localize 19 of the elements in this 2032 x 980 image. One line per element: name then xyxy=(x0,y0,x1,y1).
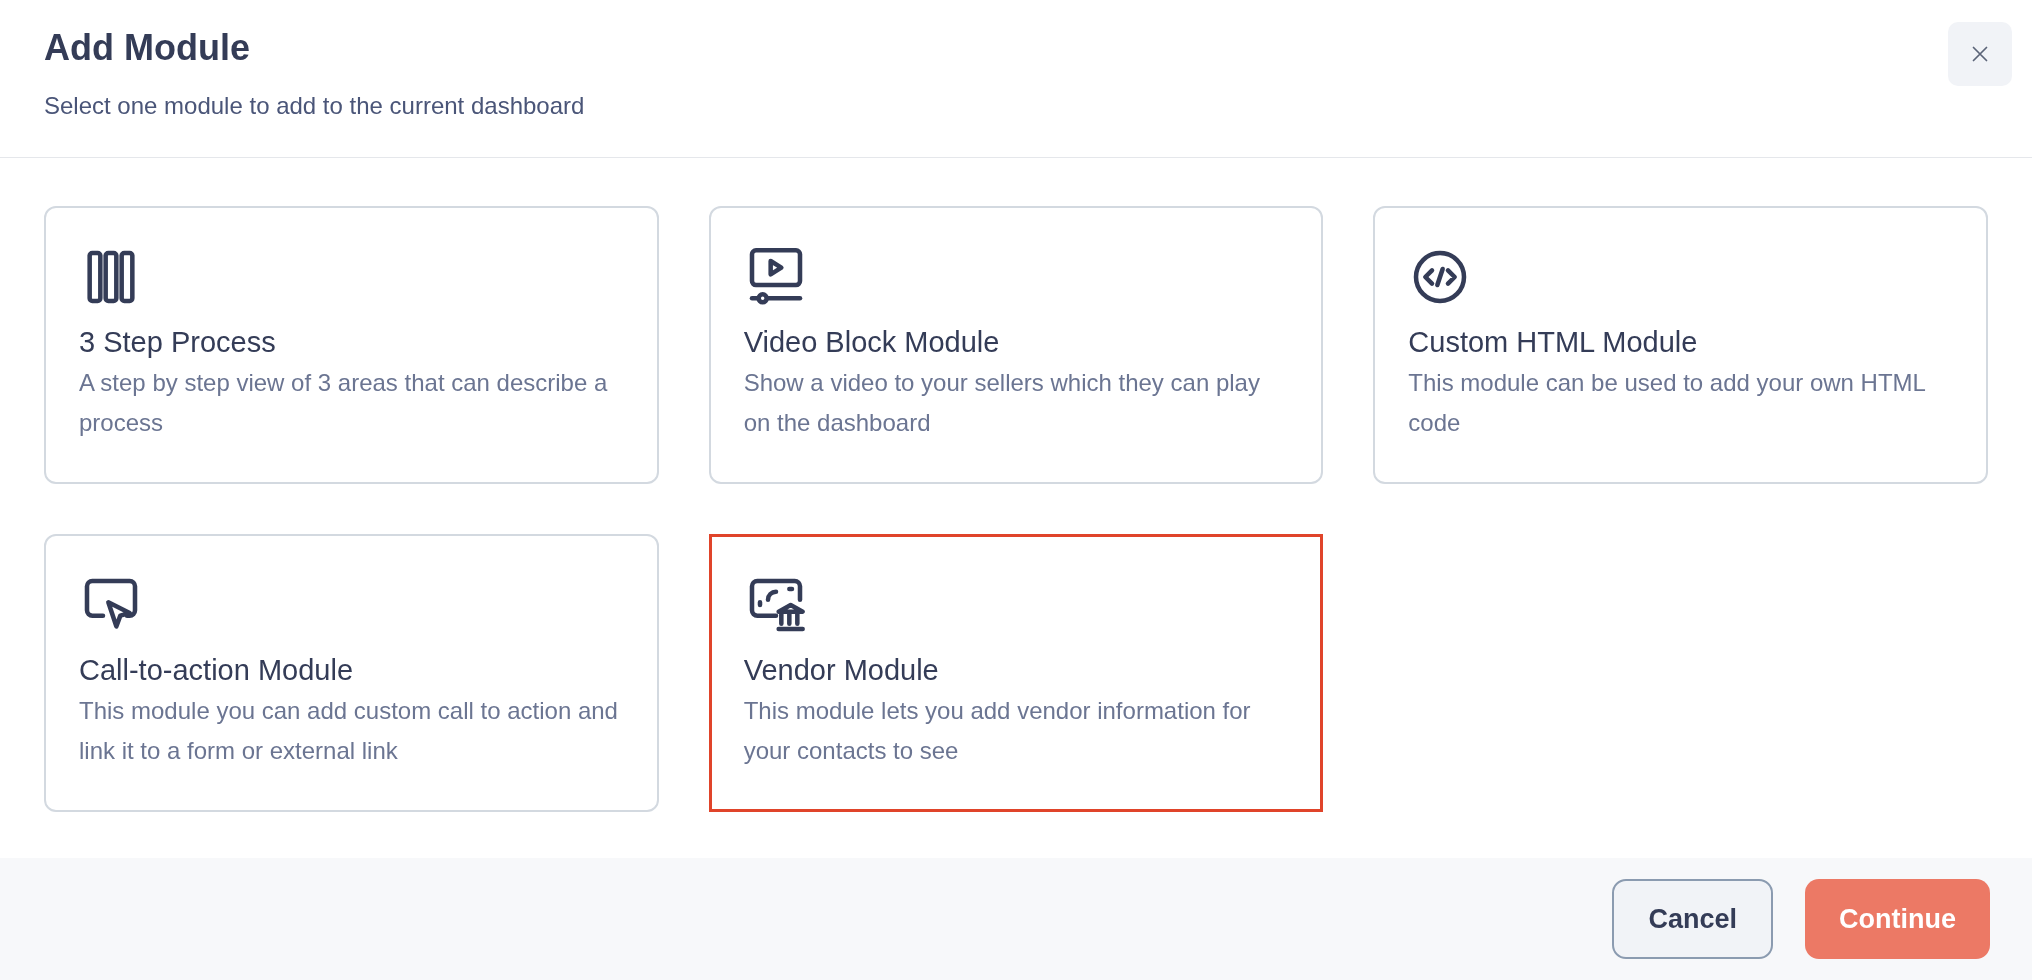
module-description: This module you can add custom call to action and link it to a form or external link xyxy=(79,696,619,766)
module-card[interactable]: Video Block Module Show a video to your sellers which they can play on the dashboard xyxy=(708,206,1324,484)
close-button[interactable] xyxy=(1948,22,2012,86)
module-description: A step by step view of 3 areas that can describe a process xyxy=(79,368,609,438)
module-title: Vendor Module xyxy=(743,653,940,688)
module-card[interactable]: Call-to-action Module This module you can add custom call to action and link it to a form or external link xyxy=(44,534,659,812)
module-title: Video Block Module xyxy=(743,325,1001,360)
module-title: 3 Step Process xyxy=(79,325,277,360)
module-description: Show a video to your sellers which they can play on the dashboard xyxy=(743,368,1261,438)
module-title: Custom HTML Module xyxy=(1408,325,1699,360)
dialog-title: Add Module xyxy=(44,26,251,70)
module-title: Call-to-action Module xyxy=(79,653,354,688)
module-description: This module lets you add vendor information for your contacts to see xyxy=(743,696,1252,766)
dialog-subtitle: Select one module to add to the current dashboard xyxy=(44,91,585,121)
module-card[interactable]: 3 Step Process A step by step view of 3 areas that can describe a process xyxy=(44,206,659,484)
module-card[interactable]: Custom HTML Module This module can be used to add your own HTML code xyxy=(1373,206,1988,484)
cancel-button[interactable]: Cancel xyxy=(1612,879,1773,959)
module-description: This module can be used to add your own HTML code xyxy=(1408,368,1927,438)
module-card[interactable]: Vendor Module This module lets you add vendor information for your contacts to see xyxy=(708,534,1324,812)
